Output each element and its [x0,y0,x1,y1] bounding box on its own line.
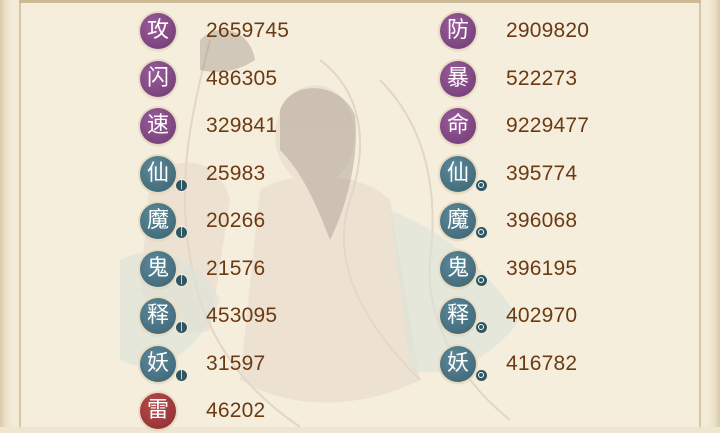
stat-type-badge-icon: 攻 [140,13,176,49]
stat-value: 2659745 [206,19,290,42]
stat-type-badge-icon: 闪 [140,60,176,97]
stat-type-badge-icon: 命 [440,108,476,144]
stat-row: 速 329841 [140,108,380,148]
stat-row: 暴 522273 [440,60,680,101]
attack-bar-icon: │ [175,226,188,239]
stat-value: 522273 [506,66,578,90]
stat-value: 31597 [206,351,266,375]
stat-value: 395774 [506,161,578,185]
stat-type-badge-icon: 释 [140,298,176,334]
stat-value: 329841 [206,114,278,137]
stat-type-badge-icon: 雷 [140,393,176,429]
stat-type-badge-icon: 魔 [140,203,176,239]
stat-row: 仙 395774 [440,155,680,196]
resist-ring-icon [475,178,488,192]
stat-value: 416782 [506,351,578,375]
stat-type-badge-icon: 妖 [140,345,176,382]
stat-value: 396195 [506,256,578,280]
stat-row: 防 2909820 [440,13,680,53]
stat-type-badge-icon: 鬼 [140,250,176,287]
resist-ring-icon [475,273,488,287]
stat-value: 21576 [206,256,266,280]
stat-value: 46202 [206,399,266,422]
stat-row: 魔 │ 20266 [140,203,380,243]
stat-row: 鬼 396195 [440,250,680,291]
stat-type-badge-icon: 仙 [140,155,176,192]
stat-type-badge-icon: 防 [440,13,476,49]
attack-bar-icon: │ [175,321,188,334]
resist-ring-icon [475,321,488,334]
stat-value: 20266 [206,209,266,232]
stat-row: 释 402970 [440,298,680,338]
stat-type-badge-icon: 仙 [440,155,476,192]
stat-type-badge-icon: 释 [440,298,476,334]
stat-row: 命 9229477 [440,108,680,148]
stat-value: 2909820 [506,19,590,42]
stat-row: 妖 416782 [440,345,680,386]
stat-row: 闪 486305 [140,60,380,101]
stat-row: 鬼 │ 21576 [140,250,380,291]
attack-bar-icon: │ [175,178,188,192]
attack-bar-icon: │ [175,273,188,287]
stat-row: 妖 │ 31597 [140,345,380,386]
stat-row: 魔 396068 [440,203,680,243]
stat-type-badge-icon: 暴 [440,60,476,97]
stat-type-badge-icon: 妖 [440,345,476,382]
stat-type-badge-icon: 魔 [440,203,476,239]
stat-value: 453095 [206,304,278,327]
resist-ring-icon [475,226,488,239]
stat-row: 攻 2659745 [140,13,380,53]
stat-value: 402970 [506,304,578,327]
stat-row: 释 │ 453095 [140,298,380,338]
stat-row: 雷 46202 [140,393,380,433]
stat-value: 396068 [506,209,578,232]
stat-row: 仙 │ 25983 [140,155,380,196]
attack-bar-icon: │ [175,368,188,382]
stat-type-badge-icon: 速 [140,108,176,144]
stat-value: 486305 [206,66,278,90]
stat-value: 9229477 [506,114,590,137]
stat-type-badge-icon: 鬼 [440,250,476,287]
resist-ring-icon [475,368,488,382]
stat-value: 25983 [206,161,266,185]
